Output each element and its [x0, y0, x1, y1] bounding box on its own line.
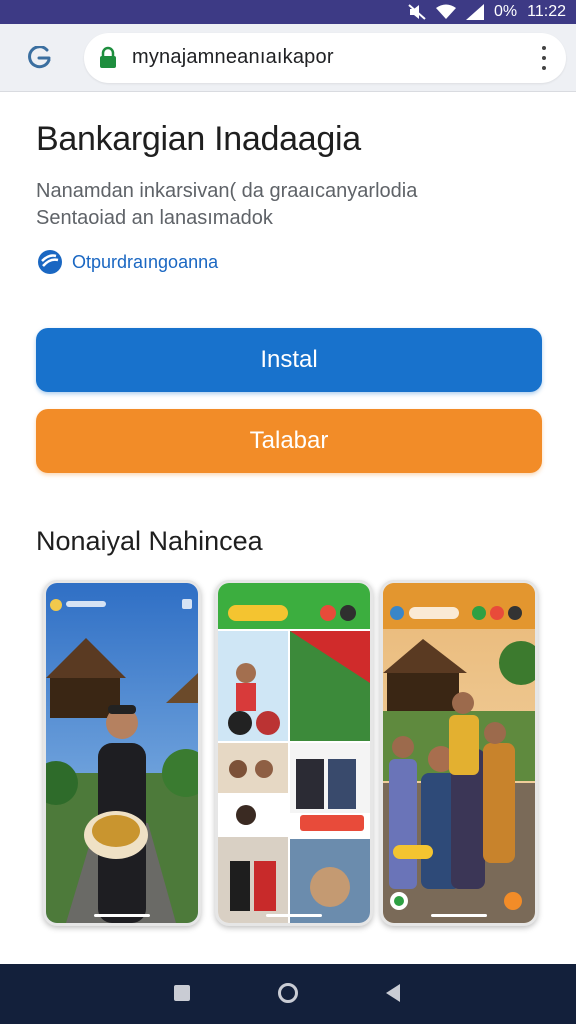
url-bar[interactable]: mynajamneanıaıkapor [84, 33, 566, 83]
screenshot-1-image [46, 583, 198, 923]
screenshot-1-home-bar [94, 914, 150, 917]
developer-link[interactable]: Otpurdraıngoanna [36, 248, 218, 276]
status-bar: 0% 11:22 [0, 0, 576, 24]
status-icons: 0% 11:22 [408, 2, 566, 22]
install-button[interactable]: Instal [36, 328, 542, 392]
screenshot-3-home-bar [431, 914, 487, 917]
clock: 11:22 [527, 3, 566, 20]
developer-globe-icon [38, 250, 62, 274]
system-nav-bar [0, 964, 576, 1024]
url-text: mynajamneanıaıkapor [132, 46, 334, 68]
wifi-icon [436, 4, 457, 20]
home-button[interactable] [278, 983, 298, 1003]
browser-menu-button[interactable] [534, 43, 554, 73]
lock-icon [98, 46, 118, 75]
screenshot-2-home-bar [266, 914, 322, 917]
signal-icon [466, 4, 485, 20]
description-line-1: Nanamdan inkarsivan( da graaıcanyarlodia [36, 180, 418, 202]
app-page: Bankargian Inadaagia Nanamdan inkarsivan… [0, 92, 576, 964]
app-screenshot-3[interactable] [380, 580, 538, 926]
app-description: Nanamdan inkarsivan( da graaıcanyarlodia… [36, 178, 536, 232]
screenshots-heading: Nonaiyal Nahincea [36, 526, 263, 556]
back-icon [28, 46, 51, 69]
app-screenshot-1[interactable] [43, 580, 201, 926]
screenshot-2-image [218, 583, 370, 923]
battery-text: 0% [494, 3, 518, 20]
developer-name: Otpurdraıngoanna [72, 251, 219, 272]
nav-back-button[interactable] [386, 984, 400, 1002]
back-button[interactable] [18, 38, 62, 78]
mute-icon [408, 4, 426, 20]
recents-button[interactable] [174, 985, 190, 1001]
description-line-2: Sentaoiad an lanasımadok [36, 207, 273, 229]
app-screenshot-2[interactable] [215, 580, 373, 926]
app-title: Bankargian Inadaagia [36, 120, 361, 158]
secondary-action-button[interactable]: Talabar [36, 409, 542, 473]
browser-toolbar: mynajamneanıaıkapor [0, 24, 576, 92]
screenshot-3-image [383, 583, 535, 923]
